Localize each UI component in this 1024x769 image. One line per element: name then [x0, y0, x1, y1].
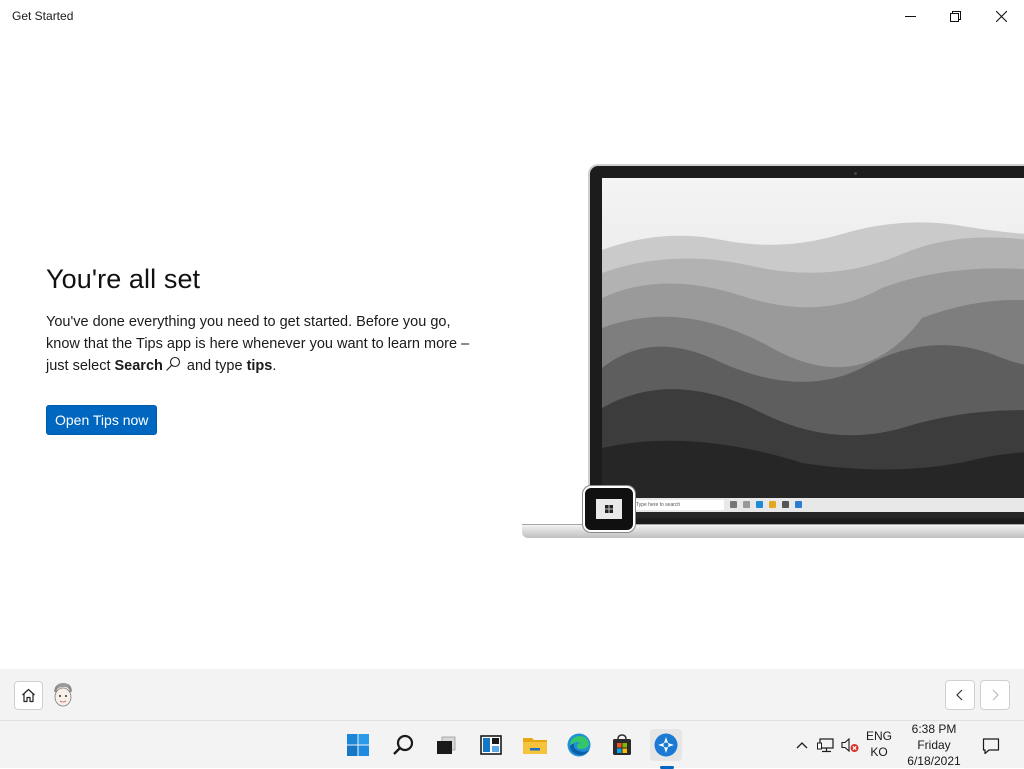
restore-button[interactable]: [932, 0, 978, 32]
input-language-indicator[interactable]: ENG KO: [862, 728, 896, 760]
mini-folder-icon: [769, 501, 776, 508]
taskbar-search-button[interactable]: [387, 729, 419, 761]
avatar[interactable]: [48, 680, 78, 710]
notification-icon: [982, 738, 1000, 755]
store-button[interactable]: [606, 729, 638, 761]
edge-icon: [567, 733, 591, 757]
mountain-landscape-image: [602, 178, 1024, 518]
mini-cortana-icon: [730, 501, 737, 508]
mini-edge-icon: [756, 501, 763, 508]
system-clock[interactable]: 6:38 PM Friday 6/18/2021: [900, 721, 968, 769]
widgets-icon: [480, 735, 502, 755]
get-started-window: Get Started You're all set You've done e…: [0, 0, 1024, 720]
home-button[interactable]: [14, 681, 43, 710]
window-title: Get Started: [12, 9, 74, 23]
windows-key-inner: [596, 499, 622, 519]
widgets-button[interactable]: [475, 729, 507, 761]
body-text-end: .: [272, 358, 277, 374]
laptop-illustration: Type here to search: [522, 164, 1024, 544]
keyboard-layout-code: KO: [870, 745, 888, 759]
title-bar[interactable]: Get Started: [0, 0, 1024, 32]
file-explorer-button[interactable]: [519, 729, 551, 761]
mini-search-box: Type here to search: [632, 500, 724, 510]
tips-keyword: tips: [246, 358, 273, 374]
search-icon: [165, 356, 180, 371]
start-button[interactable]: [342, 729, 374, 761]
app-navigation-bar: [0, 669, 1024, 720]
get-started-icon: [654, 733, 678, 757]
close-icon: [995, 10, 1007, 22]
laptop-lid: Type here to search: [588, 164, 1024, 524]
mini-taskview-icon: [743, 501, 750, 508]
back-button[interactable]: [945, 680, 975, 710]
clock-day: Friday: [917, 738, 951, 752]
volume-button[interactable]: [840, 735, 860, 755]
mini-taskbar: Type here to search: [602, 498, 1024, 512]
windows-logo-icon: [605, 505, 613, 513]
camera-dot: [854, 172, 857, 175]
minimize-icon: [904, 15, 916, 17]
close-button[interactable]: [978, 0, 1024, 32]
windows-taskbar: ENG KO 6:38 PM Friday 6/18/2021: [0, 720, 1024, 769]
clock-time: 6:38 PM: [911, 722, 957, 736]
mini-taskbar-icons: [730, 501, 802, 508]
mini-store-icon: [782, 501, 789, 508]
chevron-right-icon: [992, 689, 999, 701]
start-icon: [347, 734, 369, 756]
chevron-up-icon: [796, 742, 808, 749]
search-keyword: Search: [114, 358, 163, 374]
volume-muted-icon: [841, 737, 859, 753]
mini-mail-icon: [795, 501, 802, 508]
language-code: ENG: [865, 729, 892, 743]
get-started-button[interactable]: [650, 729, 682, 761]
forward-button[interactable]: [980, 680, 1010, 710]
task-view-icon: [437, 736, 456, 754]
task-view-button[interactable]: [430, 729, 462, 761]
store-icon: [613, 734, 631, 755]
network-button[interactable]: [816, 735, 836, 755]
windows-key-callout: [583, 486, 635, 532]
edge-button[interactable]: [563, 729, 595, 761]
laptop-screen: Type here to search: [602, 178, 1024, 518]
body-text-mid: and type: [182, 358, 247, 374]
minimize-button[interactable]: [887, 0, 933, 32]
show-hidden-icons-button[interactable]: [792, 735, 812, 755]
file-explorer-icon: [523, 738, 547, 754]
avatar-image: [48, 680, 78, 710]
chevron-left-icon: [956, 689, 963, 701]
restore-icon: [949, 10, 961, 22]
clock-date: 6/18/2021: [907, 754, 961, 768]
main-content: You're all set You've done everything yo…: [46, 264, 486, 435]
page-heading: You're all set: [46, 264, 201, 294]
home-icon: [22, 688, 35, 703]
open-tips-button[interactable]: Open Tips now: [46, 405, 158, 435]
network-icon: [817, 738, 834, 753]
notification-center-button[interactable]: [980, 735, 1002, 757]
body-text: You've done everything you need to get s…: [46, 311, 486, 377]
search-icon: [393, 734, 414, 755]
